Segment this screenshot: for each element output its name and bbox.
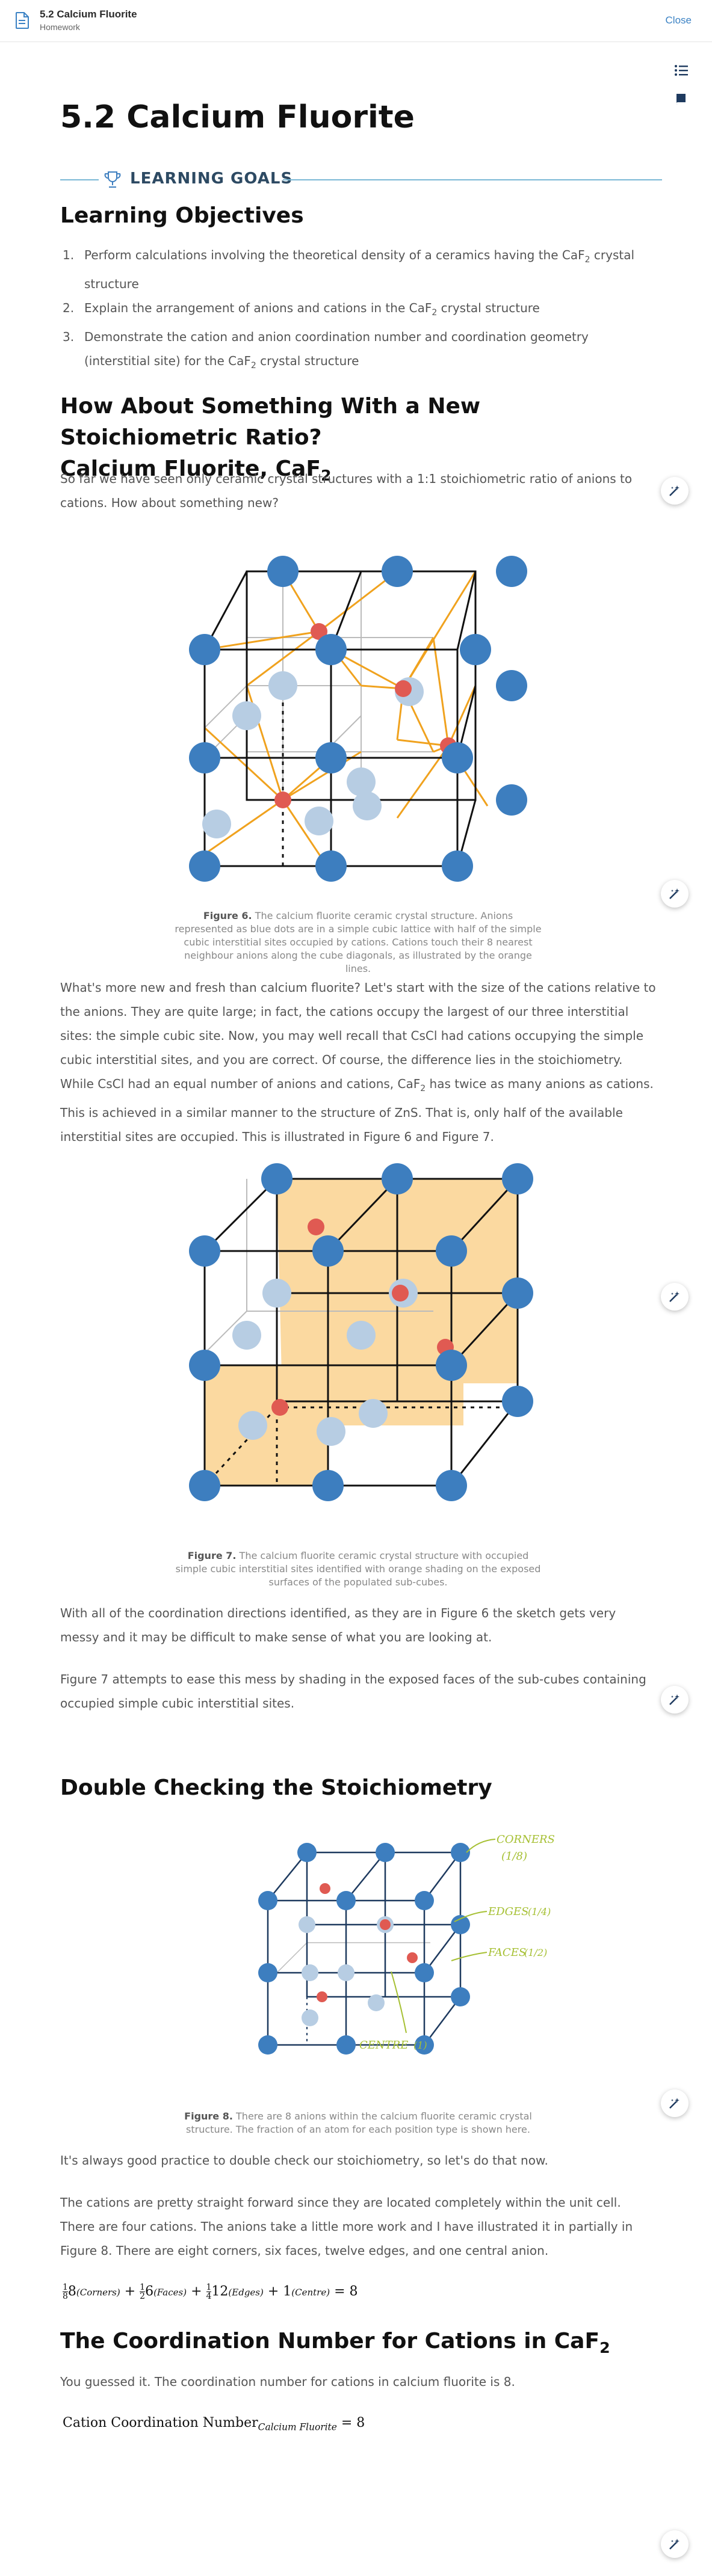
figure-7-diagram [189, 1163, 533, 1501]
right-toolbar [671, 60, 692, 118]
paragraph: It's always good practice to double chec… [60, 2153, 548, 2168]
figure-6-caption: Figure 6. The calcium fluorite ceramic c… [175, 910, 542, 974]
stoichiometry-equation: 1 8 8(Corners) + 1 2 6(Faces) + 1 4 12(Edges) … [63, 2282, 358, 2301]
document-icon [16, 12, 29, 29]
figure-8-caption: Figure 8. There are 8 anions within the … [184, 2110, 532, 2135]
figure-6-diagram [189, 556, 527, 882]
annotation-edges-fraction: (1/4) [528, 1906, 551, 1917]
wand-icon [669, 2098, 679, 2109]
intro-paragraph: So far we have seen only ceramic crystal… [60, 472, 633, 510]
close-button[interactable]: Close [666, 14, 692, 26]
divider [283, 179, 662, 180]
paragraph: The cations are pretty straight forward … [60, 2195, 633, 2258]
list-item: 2. Explain the arrangement of anions and … [63, 301, 540, 318]
paragraph: With all of the coordination directions … [60, 1606, 616, 1644]
annotation-corners: CORNERS [497, 1834, 555, 1846]
wand-button[interactable] [661, 1686, 689, 1714]
figure-8-diagram: CORNERS (1/8) EDGES (1/4) FACES (1/2) CE… [258, 1834, 555, 2055]
section-heading: The Coordination Number for Cations in C… [60, 2329, 610, 2357]
annotation-corners-fraction: (1/8) [501, 1850, 527, 1863]
section-heading: Double Checking the Stoichiometry [60, 1775, 492, 1800]
book-icon[interactable] [671, 89, 692, 109]
learning-goals-banner: LEARNING GOALS [60, 167, 662, 192]
list-icon[interactable] [671, 60, 692, 81]
annotation-faces-fraction: (1/2) [524, 1947, 547, 1958]
objectives-list: 1. Perform calculations involving the the… [60, 243, 656, 378]
wand-icon [669, 2539, 679, 2550]
paragraph: What's more new and fresh than calcium f… [60, 980, 656, 1144]
objectives-heading: Learning Objectives [60, 203, 304, 228]
divider [60, 179, 99, 180]
learning-goals-label: LEARNING GOALS [130, 170, 293, 188]
wand-icon [669, 888, 679, 899]
annotation-centre: CENTRE [359, 2039, 408, 2052]
wand-button[interactable] [661, 477, 689, 505]
figure-7-caption: Figure 7. The calcium fluorite ceramic c… [175, 1550, 541, 1588]
coordination-equation: Cation Coordination NumberCalcium Fluori… [63, 2415, 365, 2433]
wand-button[interactable] [661, 2530, 689, 2558]
list-item: 3. Demonstrate the cation and anion coord… [63, 330, 589, 370]
annotation-edges: EDGES [488, 1905, 528, 1918]
annotation-faces: FACES [488, 1946, 526, 1959]
wand-icon [669, 1694, 679, 1705]
wand-button[interactable] [661, 880, 689, 908]
page-title: 5.2 Calcium Fluorite [60, 99, 415, 135]
window-title: 5.2 Calcium Fluorite [40, 8, 137, 20]
paragraph: You guessed it. The coordination number … [60, 2375, 515, 2389]
list-item: 1. Perform calculations involving the the… [63, 248, 635, 291]
wand-button[interactable] [661, 2089, 689, 2117]
wand-icon [669, 485, 679, 496]
window-subtitle: Homework [40, 22, 80, 32]
top-bar: 5.2 Calcium Fluorite Homework Close [0, 0, 712, 42]
trophy-icon [104, 171, 121, 188]
wand-button[interactable] [661, 1283, 689, 1311]
wand-icon [669, 1291, 679, 1302]
annotation-centre-fraction: (1) [413, 2040, 427, 2051]
paragraph: Figure 7 attempts to ease this mess by s… [60, 1672, 646, 1711]
